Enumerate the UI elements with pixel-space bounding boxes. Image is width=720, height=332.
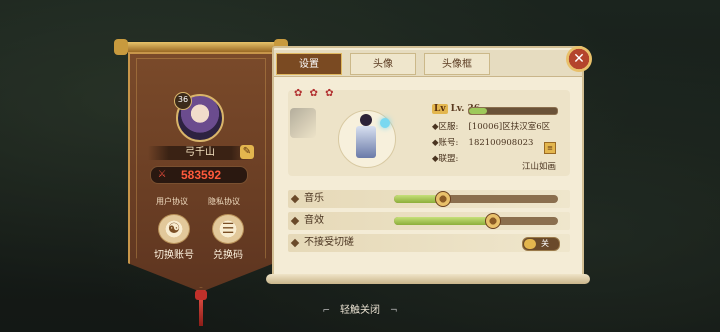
pencil-icon: ✎ [242, 146, 252, 157]
close-icon: ✕ [573, 51, 585, 67]
power-box: ⚔ 583592 [150, 166, 248, 184]
crossed-swords-icon: ⚔ [157, 169, 167, 180]
redeem-code-button[interactable]: ☰ 兑换码 [202, 214, 254, 261]
tab-avatar-frame[interactable]: 头像框 [424, 53, 490, 75]
profile-banner: 36 弓千山 ✎ ⚔ 583592 用户协议 隐私协议 ☯ 切换账号 ☰ 兑换码 [114, 39, 288, 326]
settings-panel: 设置 头像 头像框 ✿ ✿ ✿ Lv Lv. 36 ◆区服: [10006]区扶汉室… [272, 46, 584, 282]
tab-bar: 设置 头像 头像框 [274, 50, 582, 77]
guild-value: 江山如画 [521, 162, 556, 172]
sfx-slider-knob[interactable] [485, 213, 502, 229]
account-row: ◆账号: 182100908023 [432, 138, 534, 148]
no-duel-label: 不接受切磋 [304, 237, 354, 248]
power-value: 583592 [181, 168, 222, 182]
sfx-label: 音效 [304, 215, 324, 226]
server-row: ◆区服: [10006]区扶汉室6区 [432, 122, 551, 132]
name-plate: 弓千山 [148, 146, 252, 160]
scroll-icon: ☰ [212, 214, 244, 244]
music-slider-knob[interactable] [434, 191, 451, 207]
tab-settings[interactable]: 设置 [276, 53, 342, 75]
scroll-bottom-roll [266, 274, 590, 284]
server-value: [10006]区扶汉室6区 [468, 122, 551, 132]
character-sprite [348, 114, 390, 166]
sfx-setting: 音效 [288, 212, 570, 230]
tap-to-close[interactable]: ⌐ 轻触关闭 ¬ [300, 304, 420, 318]
copy-account-button[interactable]: ≡ [544, 142, 556, 154]
account-value: 182100908023 [468, 138, 534, 148]
redeem-code-label: 兑换码 [213, 250, 243, 261]
music-setting: 音乐 [288, 190, 570, 208]
exp-bar [468, 107, 558, 115]
music-label: 音乐 [304, 193, 324, 204]
music-slider[interactable] [394, 191, 558, 207]
level-badge: 36 [174, 92, 192, 110]
tab-avatar[interactable]: 头像 [350, 53, 416, 75]
switch-account-button[interactable]: ☯ 切换账号 [148, 214, 200, 261]
yin-yang-icon: ☯ [158, 214, 190, 244]
copy-icon: ≡ [547, 144, 553, 152]
privacy-policy-link[interactable]: 隐私协议 [208, 196, 240, 207]
close-button[interactable]: ✕ [566, 46, 592, 72]
banner-rod [114, 39, 288, 55]
no-duel-toggle[interactable]: 关 [522, 237, 560, 251]
character-card: ✿ ✿ ✿ Lv Lv. 36 ◆区服: [10006]区扶汉室6区 ◆账号: 182… [288, 88, 570, 176]
player-name: 弓千山 [185, 147, 215, 158]
banner-tassel [195, 290, 207, 328]
no-duel-setting: 不接受切磋 关 [288, 234, 570, 252]
switch-account-label: 切换账号 [154, 250, 194, 261]
edit-name-button[interactable]: ✎ [240, 145, 254, 159]
ink-decoration [290, 108, 316, 138]
sfx-slider[interactable] [394, 213, 558, 229]
guild-row: ◆联盟: [432, 154, 459, 164]
user-agreement-link[interactable]: 用户协议 [156, 196, 188, 207]
